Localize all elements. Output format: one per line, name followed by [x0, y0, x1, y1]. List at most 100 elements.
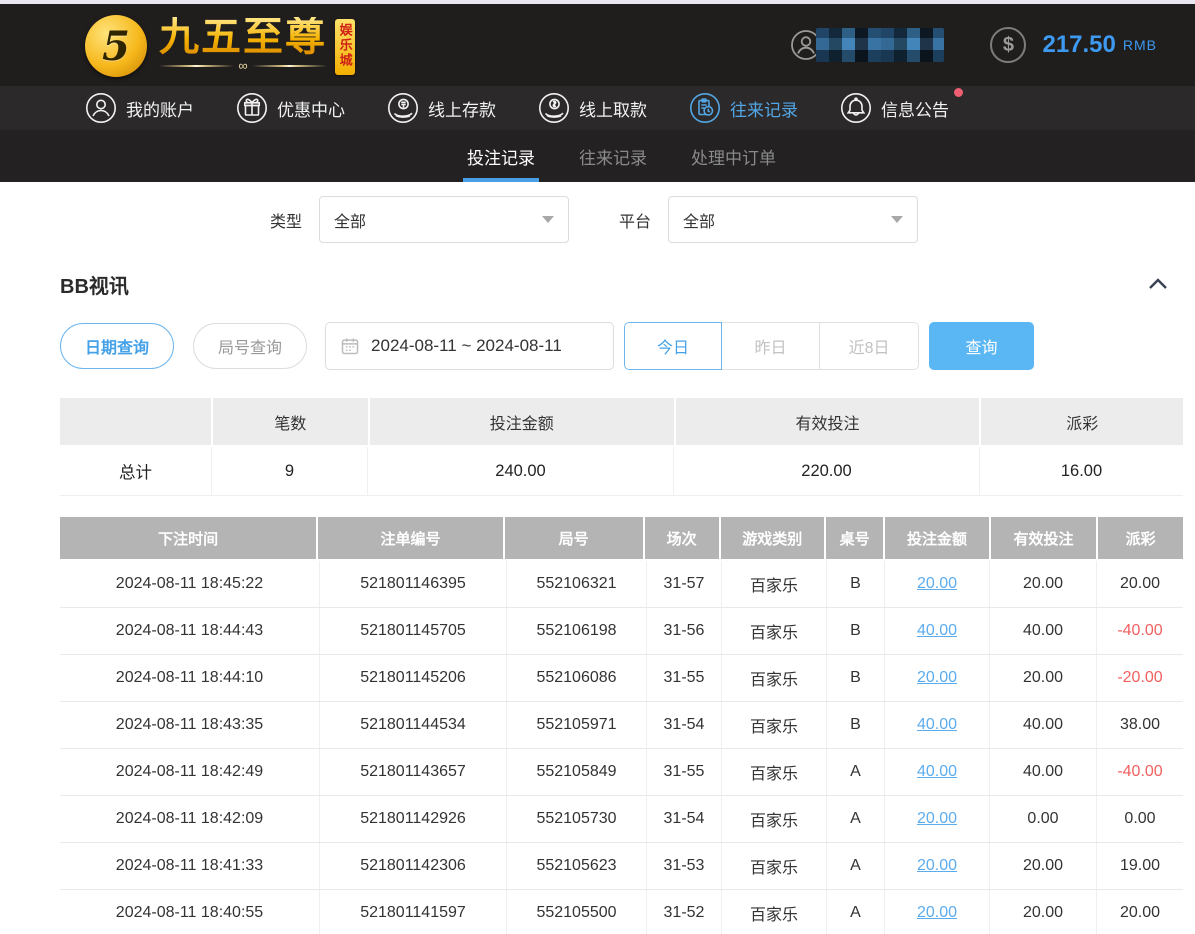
cell-order-id: 521801141597 [320, 890, 507, 934]
cell-round-id: 552105730 [507, 796, 647, 842]
bet-table-body: 2024-08-11 18:45:22521801146395552106321… [60, 561, 1183, 934]
nav-label: 优惠中心 [277, 96, 345, 121]
nav-item-promotions[interactable]: 优惠中心 [236, 92, 345, 124]
cell-order-id: 521801142926 [320, 796, 507, 842]
cell-valid-bet: 20.00 [990, 890, 1097, 934]
table-row: 2024-08-11 18:45:22521801146395552106321… [60, 561, 1183, 608]
cell-bet-amount[interactable]: 40.00 [885, 702, 990, 748]
tab-bet-records[interactable]: 投注记录 [465, 130, 537, 182]
cell-game-type: 百家乐 [722, 890, 827, 934]
bet-amount-link[interactable]: 40.00 [917, 763, 957, 781]
search-button[interactable]: 查询 [929, 322, 1034, 370]
cell-session: 31-52 [647, 890, 722, 934]
round-query-button[interactable]: 局号查询 [193, 323, 307, 369]
cell-bet-amount[interactable]: 40.00 [885, 608, 990, 654]
cell-table-code: A [827, 749, 885, 795]
user-account-menu[interactable] [790, 28, 944, 62]
table-row: 2024-08-11 18:44:10521801145206552106086… [60, 655, 1183, 702]
cell-game-type: 百家乐 [722, 655, 827, 701]
cell-valid-bet: 20.00 [990, 655, 1097, 701]
summary-total-valid: 220.00 [674, 447, 980, 495]
tab-transaction-records[interactable]: 往来记录 [577, 130, 649, 182]
withdraw-icon [538, 92, 570, 124]
cell-session: 31-55 [647, 749, 722, 795]
calendar-icon [340, 336, 360, 356]
platform-select[interactable]: 全部 [668, 196, 918, 243]
yesterday-button[interactable]: 昨日 [722, 322, 820, 370]
summary-header-payout: 派彩 [981, 398, 1183, 445]
cell-bet-time: 2024-08-11 18:40:55 [60, 890, 320, 934]
summary-total-bet: 240.00 [368, 447, 674, 495]
cell-game-type: 百家乐 [722, 749, 827, 795]
type-select[interactable]: 全部 [319, 196, 569, 243]
cell-game-type: 百家乐 [722, 608, 827, 654]
cell-order-id: 521801142306 [320, 843, 507, 889]
cell-valid-bet: 40.00 [990, 702, 1097, 748]
bet-amount-link[interactable]: 40.00 [917, 622, 957, 640]
cell-round-id: 552105623 [507, 843, 647, 889]
brand-badge: 娱乐城 [335, 19, 355, 75]
cell-payout: 0.00 [1097, 796, 1183, 842]
date-range-input[interactable]: 2024-08-11 ~ 2024-08-11 [325, 322, 614, 370]
table-row: 2024-08-11 18:40:55521801141597552105500… [60, 890, 1183, 934]
date-query-button[interactable]: 日期查询 [60, 323, 174, 369]
chevron-down-icon [891, 216, 903, 223]
nav-item-transaction-records[interactable]: 往来记录 [689, 92, 798, 124]
bet-amount-link[interactable]: 40.00 [917, 716, 957, 734]
cell-bet-amount[interactable]: 20.00 [885, 796, 990, 842]
summary-total-count: 9 [212, 447, 368, 495]
cell-session: 31-57 [647, 561, 722, 607]
record-tabs: 投注记录 往来记录 处理中订单 [0, 130, 1195, 182]
cell-table-code: A [827, 843, 885, 889]
username-redacted [816, 28, 944, 62]
col-header-session: 场次 [645, 517, 719, 559]
platform-select-value: 全部 [683, 208, 715, 232]
last-8-days-button[interactable]: 近8日 [820, 322, 919, 370]
nav-item-deposit[interactable]: 线上存款 [387, 92, 496, 124]
nav-label: 线上取款 [579, 96, 647, 121]
nav-item-announcements[interactable]: 信息公告 [840, 92, 949, 124]
brand-name: 九五至尊 [159, 17, 327, 57]
col-header-bet-time: 下注时间 [60, 517, 316, 559]
cell-order-id: 521801144534 [320, 702, 507, 748]
cell-bet-amount[interactable]: 20.00 [885, 561, 990, 607]
cell-order-id: 521801146395 [320, 561, 507, 607]
nav-item-withdraw[interactable]: 线上取款 [538, 92, 647, 124]
summary-header-count: 笔数 [213, 398, 368, 445]
cell-bet-amount[interactable]: 20.00 [885, 890, 990, 934]
nav-label: 线上存款 [428, 96, 496, 121]
site-logo[interactable]: 5 九五至尊 ∞ 娱乐城 [85, 13, 355, 77]
cell-bet-amount[interactable]: 20.00 [885, 655, 990, 701]
logo-mark-icon: 5 [85, 15, 147, 77]
cell-round-id: 552105971 [507, 702, 647, 748]
nav-label: 往来记录 [730, 96, 798, 121]
cell-bet-amount[interactable]: 40.00 [885, 749, 990, 795]
col-header-payout: 派彩 [1098, 517, 1183, 559]
nav-item-my-account[interactable]: 我的账户 [85, 92, 194, 124]
cell-valid-bet: 20.00 [990, 561, 1097, 607]
brand-flourish: ∞ [159, 59, 327, 72]
today-button[interactable]: 今日 [624, 322, 722, 370]
cell-round-id: 552106198 [507, 608, 647, 654]
cell-game-type: 百家乐 [722, 796, 827, 842]
cell-valid-bet: 40.00 [990, 608, 1097, 654]
bet-amount-link[interactable]: 20.00 [917, 904, 957, 922]
summary-total-row: 总计 9 240.00 220.00 16.00 [60, 447, 1183, 496]
tab-pending-orders[interactable]: 处理中订单 [689, 130, 778, 182]
cell-bet-time: 2024-08-11 18:43:35 [60, 702, 320, 748]
type-select-value: 全部 [334, 208, 366, 232]
table-row: 2024-08-11 18:44:43521801145705552106198… [60, 608, 1183, 655]
bet-amount-link[interactable]: 20.00 [917, 669, 957, 687]
col-header-bet-amount: 投注金额 [885, 517, 989, 559]
balance-amount: 217.50 [1042, 31, 1115, 59]
cell-bet-amount[interactable]: 20.00 [885, 843, 990, 889]
date-range-value: 2024-08-11 ~ 2024-08-11 [371, 336, 562, 356]
summary-header-row: 笔数 投注金额 有效投注 派彩 [60, 398, 1183, 445]
cell-bet-time: 2024-08-11 18:42:49 [60, 749, 320, 795]
collapse-section-button[interactable] [1145, 274, 1171, 294]
table-row: 2024-08-11 18:42:49521801143657552105849… [60, 749, 1183, 796]
bet-amount-link[interactable]: 20.00 [917, 575, 957, 593]
type-filter-label: 类型 [270, 208, 302, 232]
bet-amount-link[interactable]: 20.00 [917, 810, 957, 828]
bet-amount-link[interactable]: 20.00 [917, 857, 957, 875]
